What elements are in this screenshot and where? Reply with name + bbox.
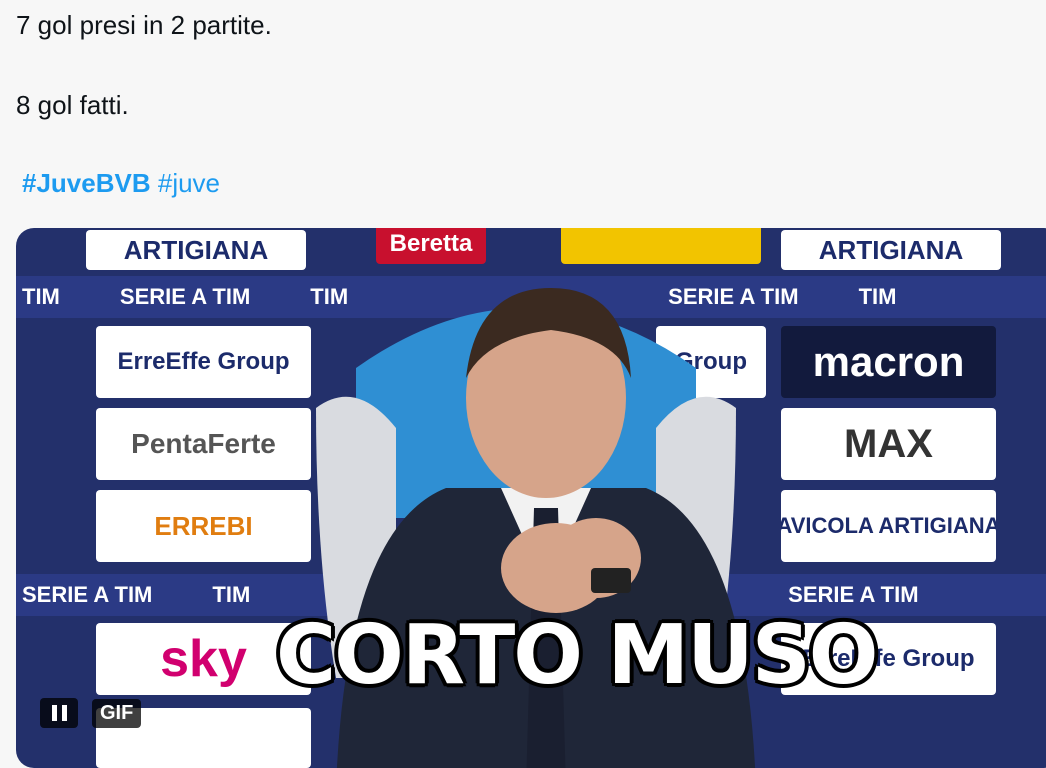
seriea-label: SERIE A TIM (788, 582, 919, 607)
pause-icon[interactable] (40, 698, 78, 728)
tweet-line-goals-scored: 8 gol fatti. (16, 90, 129, 120)
hashtag-juve[interactable]: #juve (158, 168, 220, 198)
gif-media[interactable]: ARTIGIANA Beretta ARTIGIANA TIM SERIE A … (16, 228, 1046, 768)
sponsor-errebi: ERREBI (96, 490, 311, 562)
gif-badge: GIF (92, 698, 142, 728)
tim-label: TIM (22, 284, 60, 309)
tim-label: TIM (212, 582, 251, 607)
sponsor-avicola: AVICOLA ARTIGIANA (781, 490, 996, 562)
hashtag-juvebvb[interactable]: #JuveBVB (22, 168, 151, 198)
sponsor-max: MAX (781, 408, 996, 480)
sponsor-macron: macron (781, 326, 996, 398)
meme-caption: CORTO MUSO (276, 608, 879, 703)
seriea-label: SERIE A TIM (22, 582, 153, 607)
seriea-label: SERIE A TIM (119, 284, 251, 309)
sponsor-pentaferte: PentaFerte (96, 408, 311, 480)
sponsor-artigiana-top-right: ARTIGIANA (781, 230, 1001, 270)
gif-controls: GIF (40, 698, 142, 728)
sponsor-erreeffe-left: ErreEffe Group (96, 326, 311, 398)
tweet-line-goals-conceded: 7 gol presi in 2 partite. (16, 10, 272, 40)
hashtags: #JuveBVB #juve (22, 166, 220, 200)
sponsor-artigiana-top-left: ARTIGIANA (86, 230, 306, 270)
tim-label: TIM (858, 284, 897, 309)
